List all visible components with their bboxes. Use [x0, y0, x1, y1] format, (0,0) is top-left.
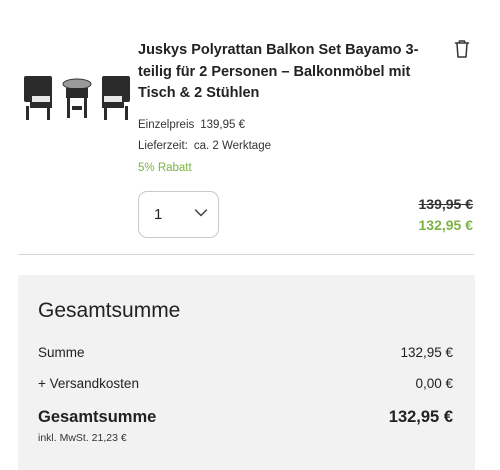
unit-price-label: Einzelpreis	[138, 119, 195, 131]
delivery-value: ca. 2 Werktage	[193, 140, 271, 152]
unit-price: Einzelpreis 139,95 €	[138, 119, 245, 131]
product-image[interactable]	[22, 66, 132, 122]
order-summary: Gesamtsumme Summe 132,95 € + Versandkost…	[18, 275, 475, 470]
quantity-value: 1	[154, 206, 163, 223]
total-label: Gesamtsumme	[38, 408, 157, 426]
divider	[18, 254, 474, 255]
product-title[interactable]: Juskys Polyrattan Balkon Set Bayamo 3-te…	[138, 40, 438, 105]
unit-price-value: 139,95 €	[200, 119, 246, 131]
tax-note: inkl. MwSt. 21,23 €	[38, 432, 127, 444]
subtotal-label: Summe	[38, 345, 85, 360]
discounted-price: 132,95 €	[418, 217, 474, 233]
total-value: 132,95 €	[388, 408, 453, 426]
shipping-value: 0,00 €	[415, 376, 453, 391]
cart-item: Juskys Polyrattan Balkon Set Bayamo 3-te…	[0, 0, 500, 255]
subtotal-value: 132,95 €	[400, 345, 453, 360]
delivery-label: Lieferzeit:	[138, 140, 188, 152]
delivery-time: Lieferzeit: ca. 2 Werktage	[138, 140, 271, 152]
shipping-label: + Versandkosten	[38, 376, 139, 391]
trash-icon[interactable]	[454, 40, 470, 58]
discount-label: 5% Rabatt	[138, 162, 192, 174]
chevron-down-icon	[194, 209, 208, 217]
quantity-select[interactable]: 1	[138, 191, 219, 238]
original-price: 139,95 €	[418, 196, 474, 212]
summary-title: Gesamtsumme	[38, 299, 181, 322]
